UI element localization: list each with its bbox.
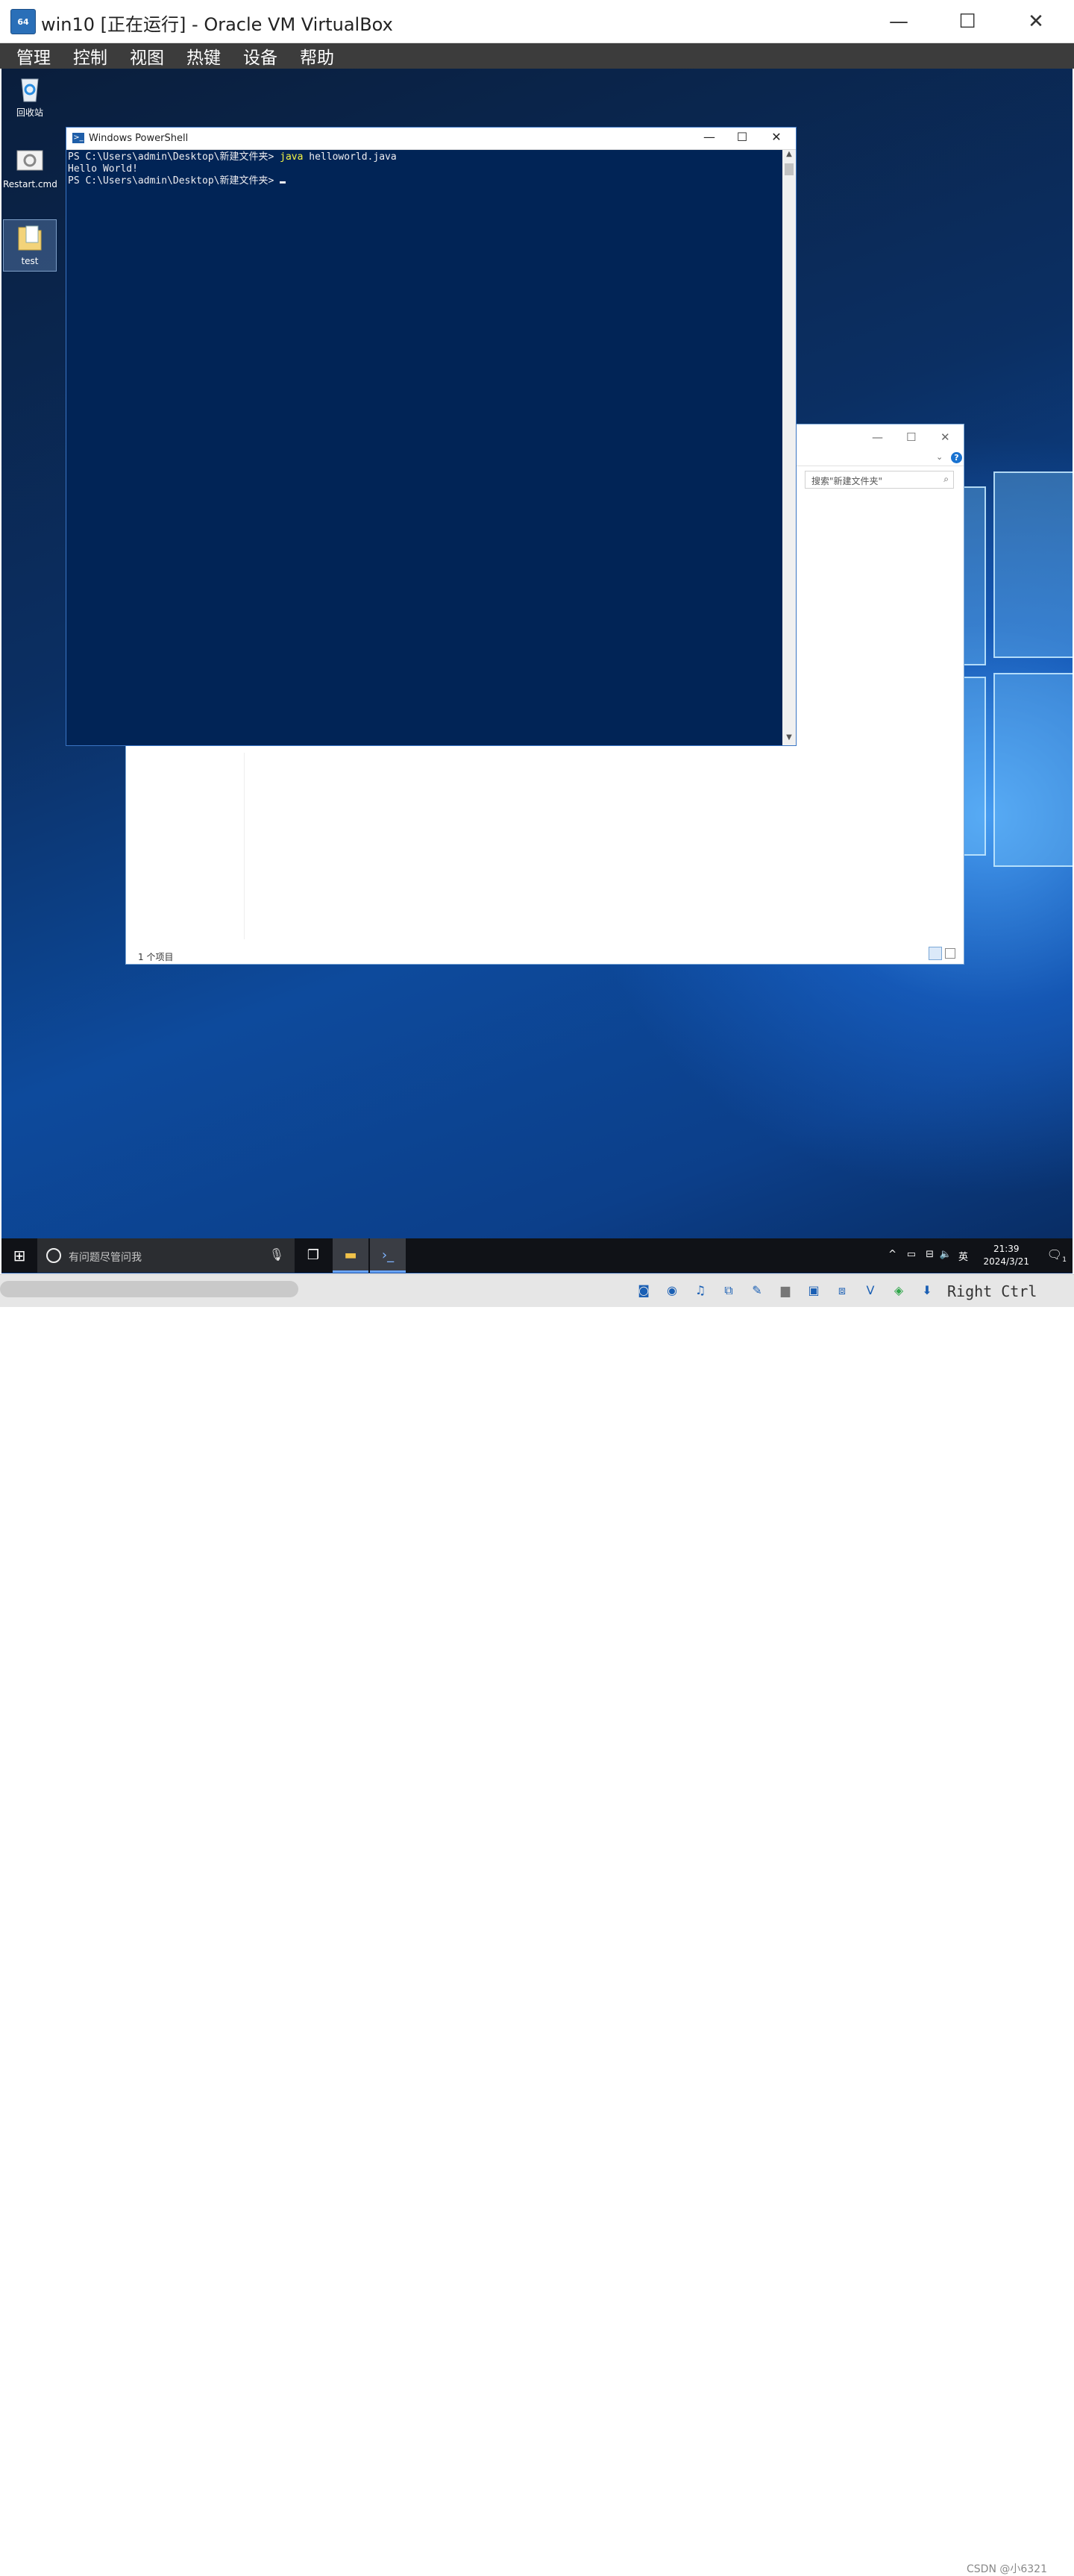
console-output: Hello World! — [68, 163, 138, 175]
menu-manage[interactable]: 管理 — [16, 43, 51, 69]
usb-icon[interactable]: ✎ — [747, 1281, 767, 1300]
desktop-icon-label: 回收站 — [16, 107, 43, 118]
recording-icon[interactable]: ⧈ — [832, 1281, 852, 1300]
text-file-icon — [16, 223, 44, 253]
taskbar-clock[interactable]: 21:39 2024/3/21 — [983, 1243, 1029, 1268]
host-window-title: win10 [正在运行] - Oracle VM VirtualBox — [41, 14, 393, 35]
powershell-scrollbar[interactable]: ▲ ▼ — [782, 150, 796, 745]
mouse-integration-icon[interactable]: ◈ — [889, 1281, 908, 1300]
menu-devices[interactable]: 设备 — [243, 43, 277, 69]
watermark: CSDN @小6321 — [967, 2563, 1047, 2575]
search-icon: ⌕ — [943, 474, 949, 484]
desktop-icon-recycle-bin[interactable]: 回收站 — [3, 73, 57, 119]
explorer-status-count: 1 个项目 — [138, 952, 174, 962]
ps-close-button[interactable]: ✕ — [760, 130, 793, 148]
clock-date: 2024/3/21 — [983, 1256, 1029, 1267]
guest-taskbar: ⊞ 有问题尽管问我 🎙 ❐ ▬ ›_ ^ ▭ ⊟ 🔈 英 21:39 2024/… — [1, 1238, 1073, 1273]
optical-drive-icon[interactable]: ◉ — [662, 1281, 682, 1300]
powershell-title: Windows PowerShell — [89, 133, 189, 144]
host-horizontal-scrollbar[interactable] — [0, 1281, 298, 1297]
host-maximize-button[interactable]: ☐ — [941, 6, 993, 37]
host-minimize-button[interactable]: — — [873, 6, 925, 37]
nav-pane-divider — [244, 753, 245, 939]
scroll-down-icon[interactable]: ▼ — [782, 733, 796, 745]
desktop-icon-test[interactable]: test — [3, 219, 57, 272]
menu-control[interactable]: 控制 — [73, 43, 107, 69]
microphone-icon[interactable]: 🎙 — [269, 1247, 284, 1262]
audio-icon[interactable]: ♫ — [691, 1281, 710, 1300]
notification-badge: 1 — [1062, 1256, 1067, 1264]
file-explorer-taskbar-icon[interactable]: ▬ — [333, 1238, 368, 1273]
vt-x-icon[interactable]: V — [861, 1281, 880, 1300]
windows-logo-pane — [993, 471, 1073, 658]
host-status-bar: ◙ ◉ ♫ ⧉ ✎ ▆ ▣ ⧈ V ◈ ⬇ Right Ctrl CSDN @小… — [0, 1274, 1074, 2575]
task-view-icon[interactable]: ❐ — [295, 1238, 331, 1273]
console-line: PS C:\Users\admin\Desktop\新建文件夹> — [68, 175, 781, 187]
console-prompt: PS C:\Users\admin\Desktop\新建文件夹> — [68, 151, 280, 163]
guest-desktop: 回收站 Restart.cmd test — ☐ ✕ ⌄ ? 搜索"新建文件夹"… — [1, 69, 1073, 1273]
shared-folders-icon[interactable]: ▆ — [776, 1281, 795, 1300]
large-icons-view-icon[interactable] — [945, 948, 955, 959]
recycle-bin-icon — [16, 73, 44, 103]
display-icon[interactable]: ▣ — [804, 1281, 823, 1300]
console-command: java — [280, 151, 304, 163]
host-menu-bar: 管理 控制 视图 热键 设备 帮助 — [0, 43, 1074, 69]
taskbar-search-placeholder: 有问题尽管问我 — [69, 1252, 142, 1264]
explorer-close-button[interactable]: ✕ — [940, 430, 950, 444]
powershell-taskbar-icon[interactable]: ›_ — [370, 1238, 406, 1273]
explorer-search-input[interactable]: 搜索"新建文件夹" ⌕ — [805, 471, 954, 489]
menu-hotkeys[interactable]: 热键 — [186, 43, 221, 69]
hard-disk-icon[interactable]: ◙ — [634, 1281, 653, 1300]
console-cursor — [280, 181, 286, 184]
ps-maximize-button[interactable]: ☐ — [726, 130, 759, 148]
explorer-minimize-button[interactable]: — — [872, 430, 883, 444]
powershell-window[interactable]: >_ Windows PowerShell — ☐ ✕ PS C:\Users\… — [66, 127, 797, 746]
menu-view[interactable]: 视图 — [130, 43, 164, 69]
scroll-thumb[interactable] — [785, 163, 794, 175]
powershell-console[interactable]: PS C:\Users\admin\Desktop\新建文件夹> java he… — [66, 150, 782, 745]
clock-time: 21:39 — [993, 1244, 1020, 1254]
menu-help[interactable]: 帮助 — [300, 43, 334, 69]
host-close-button[interactable]: ✕ — [1010, 6, 1062, 37]
desktop-icon-label: Restart.cmd — [3, 179, 57, 189]
cortana-search-box[interactable]: 有问题尽管问我 🎙 — [37, 1238, 295, 1273]
explorer-maximize-button[interactable]: ☐ — [906, 430, 916, 444]
desktop-icon-label: test — [21, 256, 39, 266]
start-button-windows-icon[interactable]: ⊞ — [1, 1238, 37, 1273]
console-args: helloworld.java — [303, 151, 397, 163]
virtualbox-vm-icon: 64 10 — [10, 9, 36, 52]
host-key-label: Right Ctrl — [947, 1282, 1037, 1300]
keyboard-capture-icon[interactable]: ⬇ — [917, 1281, 937, 1300]
ime-indicator[interactable]: 英 — [958, 1249, 968, 1263]
search-placeholder: 搜索"新建文件夹" — [811, 476, 883, 486]
ps-minimize-button[interactable]: — — [693, 130, 726, 148]
scroll-up-icon[interactable]: ▲ — [782, 150, 796, 162]
host-title-bar: 64 10 win10 [正在运行] - Oracle VM VirtualBo… — [0, 0, 1074, 52]
console-line: PS C:\Users\admin\Desktop\新建文件夹> java he… — [68, 151, 781, 163]
cmd-script-icon — [16, 146, 44, 176]
windows-logo-pane — [993, 673, 1073, 867]
help-icon[interactable]: ? — [951, 452, 962, 463]
action-center-icon[interactable]: 🗨 — [1047, 1247, 1062, 1262]
details-view-icon[interactable] — [929, 947, 942, 960]
console-prompt: PS C:\Users\admin\Desktop\新建文件夹> — [68, 175, 280, 187]
tray-overflow-icon[interactable]: ^ — [888, 1249, 896, 1260]
desktop-icon-restart-cmd[interactable]: Restart.cmd — [3, 146, 57, 189]
volume-icon[interactable]: 🔈 — [940, 1249, 952, 1260]
network-icon[interactable]: ⊟ — [926, 1249, 934, 1260]
powershell-title-bar: >_ Windows PowerShell — ☐ ✕ — [66, 128, 796, 150]
ribbon-expand-icon[interactable]: ⌄ — [936, 452, 943, 462]
network-adapter-icon[interactable]: ⧉ — [719, 1281, 738, 1300]
cortana-icon — [46, 1248, 61, 1263]
powershell-icon: >_ — [72, 133, 84, 143]
battery-icon[interactable]: ▭ — [907, 1249, 916, 1260]
